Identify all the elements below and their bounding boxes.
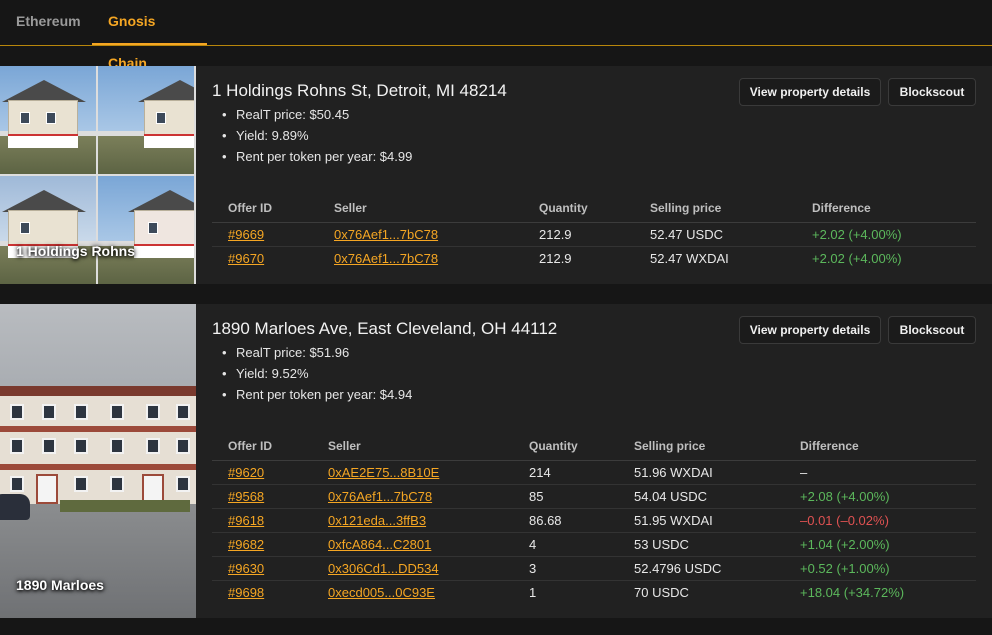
- seller-link[interactable]: 0xecd005...0C93E: [328, 585, 435, 600]
- column-header: Seller: [312, 432, 513, 461]
- table-row: #9568 0x76Aef1...7bC78 85 54.04 USDC +2.…: [212, 484, 976, 509]
- view-property-details-button[interactable]: View property details: [739, 316, 881, 344]
- table-row: #9682 0xfcA864...C2801 4 53 USDC +1.04 (…: [212, 532, 976, 557]
- property-facts: RealT price: $51.96 Yield: 9.52% Rent pe…: [222, 342, 412, 405]
- offers-table: Offer ID Seller Quantity Selling price D…: [212, 432, 976, 604]
- difference: –: [784, 460, 976, 485]
- column-header: Quantity: [523, 194, 634, 223]
- property-title: 1 Holdings Rohns St, Detroit, MI 48214: [212, 81, 507, 100]
- difference: +2.02 (+4.00%): [812, 250, 902, 266]
- table-row: #9698 0xecd005...0C93E 1 70 USDC +18.04 …: [212, 580, 976, 604]
- offers-table: Offer ID Seller Quantity Selling price D…: [212, 194, 976, 270]
- offer-id-link[interactable]: #9670: [228, 251, 264, 266]
- difference: +0.52 (+1.00%): [784, 556, 976, 581]
- quantity: 212.9: [539, 250, 572, 266]
- table-row: #9620 0xAE2E75...8B10E 214 51.96 WXDAI –: [212, 460, 976, 485]
- selling-price: 70 USDC: [634, 584, 689, 600]
- quantity: 1: [529, 584, 537, 600]
- quantity: 212.9: [523, 222, 634, 247]
- column-header: Quantity: [513, 432, 618, 461]
- quantity: 3: [513, 556, 618, 581]
- quantity: 85: [513, 484, 618, 509]
- column-header: Selling price: [634, 194, 796, 223]
- property-card: 1 Holdings Rohns 1 Holdings Rohns St, De…: [0, 66, 992, 284]
- table-row: #9670 0x76Aef1...7bC78 212.9 52.47 WXDAI…: [212, 246, 976, 270]
- quantity: 86.68: [513, 508, 618, 533]
- seller-link[interactable]: 0xAE2E75...8B10E: [328, 465, 439, 480]
- column-header: Difference: [796, 194, 976, 223]
- selling-price: 51.95 WXDAI: [618, 508, 784, 533]
- rent-per-token: Rent per token per year: $4.99: [222, 146, 412, 167]
- blockscout-button[interactable]: Blockscout: [888, 78, 976, 106]
- difference: +2.08 (+4.00%): [784, 484, 976, 509]
- seller-link[interactable]: 0x76Aef1...7bC78: [334, 227, 438, 242]
- property-title: 1890 Marloes Ave, East Cleveland, OH 441…: [212, 319, 558, 338]
- selling-price: 52.47 USDC: [634, 222, 796, 247]
- property-image[interactable]: 1890 Marloes: [0, 304, 196, 618]
- seller-link[interactable]: 0x76Aef1...7bC78: [328, 489, 432, 504]
- column-header: Seller: [318, 194, 523, 223]
- quantity: 4: [513, 532, 618, 557]
- tab-gnosis-chain[interactable]: Gnosis Chain: [92, 0, 207, 71]
- quantity: 214: [513, 460, 618, 485]
- selling-price: 52.4796 USDC: [618, 556, 784, 581]
- thumb-label: 1890 Marloes: [16, 577, 104, 593]
- offer-id-link[interactable]: #9618: [228, 513, 264, 528]
- thumb-label: 1 Holdings Rohns: [16, 243, 135, 259]
- property-card: 1890 Marloes 1890 Marloes Ave, East Clev…: [0, 304, 992, 618]
- offer-id-link[interactable]: #9669: [228, 227, 264, 242]
- offer-id-link[interactable]: #9682: [228, 537, 264, 552]
- difference: –0.01 (–0.02%): [784, 508, 976, 533]
- column-header: Offer ID: [212, 432, 312, 461]
- column-header: Difference: [784, 432, 976, 461]
- network-tabs: Ethereum Gnosis Chain: [0, 0, 992, 71]
- difference: +2.02 (+4.00%): [796, 222, 976, 247]
- table-row: #9630 0x306Cd1...DD534 3 52.4796 USDC +0…: [212, 556, 976, 581]
- difference: +18.04 (+34.72%): [800, 584, 905, 600]
- table-row: #9618 0x121eda...3ffB3 86.68 51.95 WXDAI…: [212, 508, 976, 533]
- difference: +1.04 (+2.00%): [784, 532, 976, 557]
- selling-price: 51.96 WXDAI: [618, 460, 784, 485]
- selling-price: 54.04 USDC: [618, 484, 784, 509]
- offer-id-link[interactable]: #9698: [228, 585, 264, 600]
- realt-price: RealT price: $51.96: [222, 342, 412, 363]
- tab-ethereum[interactable]: Ethereum: [0, 0, 92, 45]
- realt-price: RealT price: $50.45: [222, 104, 412, 125]
- property-facts: RealT price: $50.45 Yield: 9.89% Rent pe…: [222, 104, 412, 167]
- yield: Yield: 9.89%: [222, 125, 412, 146]
- column-header: Offer ID: [212, 194, 318, 223]
- view-property-details-button[interactable]: View property details: [739, 78, 881, 106]
- selling-price: 53 USDC: [618, 532, 784, 557]
- table-row: #9669 0x76Aef1...7bC78 212.9 52.47 USDC …: [212, 222, 976, 247]
- seller-link[interactable]: 0x121eda...3ffB3: [328, 513, 426, 528]
- offer-id-link[interactable]: #9630: [228, 561, 264, 576]
- seller-link[interactable]: 0x76Aef1...7bC78: [334, 251, 438, 266]
- rent-per-token: Rent per token per year: $4.94: [222, 384, 412, 405]
- seller-link[interactable]: 0xfcA864...C2801: [328, 537, 431, 552]
- column-header: Selling price: [618, 432, 784, 461]
- yield: Yield: 9.52%: [222, 363, 412, 384]
- offer-id-link[interactable]: #9620: [228, 465, 264, 480]
- blockscout-button[interactable]: Blockscout: [888, 316, 976, 344]
- seller-link[interactable]: 0x306Cd1...DD534: [328, 561, 439, 576]
- selling-price: 52.47 WXDAI: [650, 250, 729, 266]
- offer-id-link[interactable]: #9568: [228, 489, 264, 504]
- property-image[interactable]: 1 Holdings Rohns: [0, 66, 196, 284]
